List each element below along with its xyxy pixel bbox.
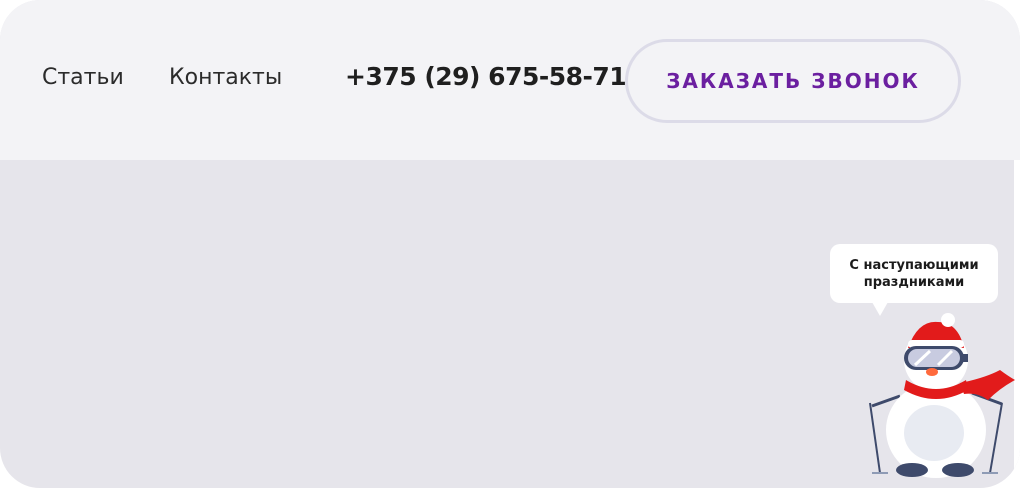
snowman-skier-icon <box>869 313 1015 478</box>
greeting-line-1: С наступающими <box>849 257 979 273</box>
order-callback-button[interactable]: ЗАКАЗАТЬ ЗВОНОК <box>625 39 961 123</box>
phone-number-link[interactable]: +375 (29) 675-58-71 <box>345 62 627 91</box>
site-header: Статьи Контакты +375 (29) 675-58-71 ЗАКА… <box>0 0 1020 160</box>
greeting-speech-bubble: С наступающими праздниками <box>830 244 998 303</box>
nav-link-articles[interactable]: Статьи <box>42 65 124 90</box>
greeting-line-2: праздниками <box>863 274 965 290</box>
page-card: Статьи Контакты +375 (29) 675-58-71 ЗАКА… <box>0 0 1020 488</box>
nav-link-contacts[interactable]: Контакты <box>169 65 282 90</box>
